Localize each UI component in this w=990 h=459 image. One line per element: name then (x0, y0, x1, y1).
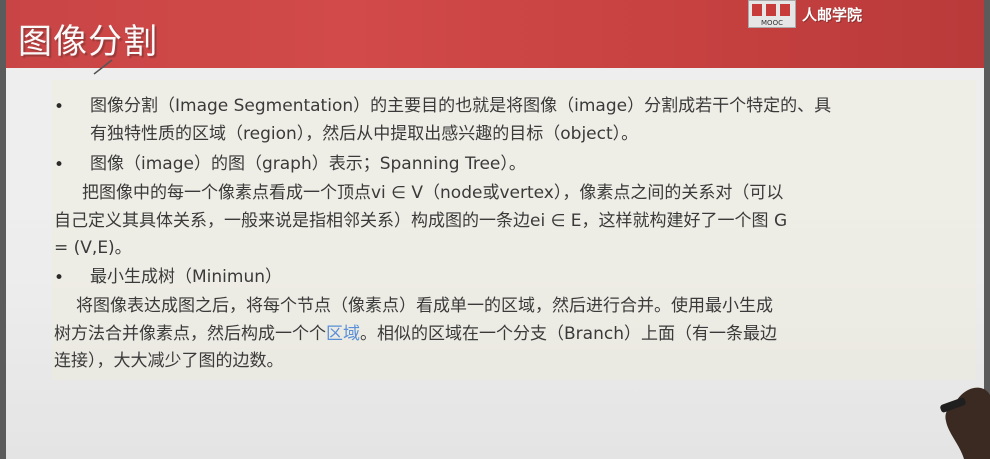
bullet-marker: • (54, 268, 65, 288)
page-title: 图像分割 (18, 22, 158, 62)
bullet-marker: • (54, 155, 65, 175)
mst-paragraph-line-2: 树方法合并像素点，然后构成一个个区域。相似的区域在一个分支（Branch）上面（… (54, 324, 777, 344)
graph-paragraph-line-2: 自己定义其具体关系，一般来说是指相邻关系）构成图的一条边ei ∈ E，这样就构建… (54, 211, 788, 231)
title-bar: 图像分割 MOOC 人邮学院 (6, 0, 984, 68)
pen-stroke-icon (93, 59, 113, 75)
bullet-marker: • (54, 97, 65, 117)
bullet-1-line-1: 图像分割（Image Segmentation）的主要目的也就是将图像（imag… (90, 96, 832, 116)
logo-text: 人邮学院 (802, 5, 863, 24)
graph-paragraph-line-1: 把图像中的每一个像素点看成一个顶点vi ∈ V（node或vertex），像素点… (82, 183, 784, 203)
region-term-link: 区域 (326, 324, 360, 344)
bullet-3-line-1: 最小生成树（Minimun） (90, 267, 282, 287)
presenter-hand (940, 387, 990, 459)
graph-paragraph-line-3: = (V,E)。 (54, 238, 132, 258)
mst-paragraph-line-1: 将图像表达成图之后，将每个节点（像素点）看成单一的区域，然后进行合并。使用最小生… (76, 296, 773, 316)
mst-paragraph-line-3: 连接），大大减少了图的边数。 (54, 351, 284, 371)
mooc-logo: MOOC 人邮学院 (748, 0, 862, 28)
bullet-1-line-2: 有独特性质的区域（region），然后从中提取出感兴趣的目标（object）。 (90, 124, 639, 144)
bullet-2-line-1: 图像（image）的图（graph）表示；Spanning Tree）。 (90, 154, 526, 174)
logo-mark-text: MOOC (761, 19, 783, 27)
slide: 图像分割 MOOC 人邮学院 • 图像分割（Image Segmentation… (6, 0, 984, 459)
mooc-logo-icon: MOOC (748, 0, 796, 28)
